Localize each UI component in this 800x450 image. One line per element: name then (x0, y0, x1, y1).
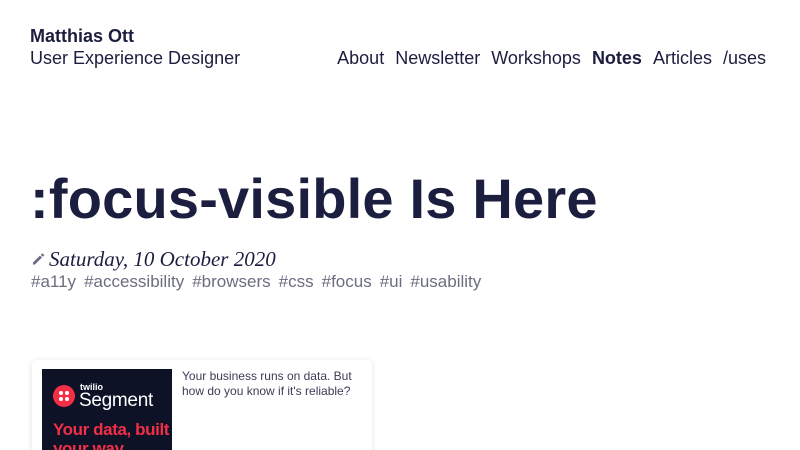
nav-item-workshops[interactable]: Workshops (491, 47, 581, 69)
tag-accessibility[interactable]: #accessibility (84, 272, 184, 292)
post-title: :focus-visible Is Here (30, 167, 598, 230)
site-name: Matthias Ott (30, 26, 135, 46)
nav-item-notes[interactable]: Notes (592, 47, 642, 69)
ad-text[interactable]: Your business runs on data. But how do y… (182, 369, 360, 399)
tag-focus[interactable]: #focus (322, 272, 372, 292)
site-header: Matthias Ott User Experience Designer Ab… (30, 26, 770, 70)
ad-brand: Segment (79, 390, 153, 411)
twilio-logo-icon (53, 385, 75, 407)
nav-item-articles[interactable]: Articles (653, 47, 712, 69)
tag-list: #a11y #accessibility #browsers #css #foc… (31, 272, 481, 292)
tag-browsers[interactable]: #browsers (192, 272, 270, 292)
site-brand-link[interactable]: Matthias Ott User Experience Designer (30, 26, 240, 70)
nav-item-about[interactable]: About (337, 47, 384, 69)
tag-css[interactable]: #css (279, 272, 314, 292)
tag-a11y[interactable]: #a11y (31, 272, 76, 292)
main-nav: About Newsletter Workshops Notes Article… (337, 47, 766, 69)
ad-card: twilio Segment Your data, built your way… (32, 360, 372, 450)
post-date-row: Saturday, 10 October 2020 (31, 246, 481, 272)
post-meta: Saturday, 10 October 2020 #a11y #accessi… (31, 246, 481, 292)
nav-item-newsletter[interactable]: Newsletter (395, 47, 480, 69)
tag-ui[interactable]: #ui (380, 272, 403, 292)
nav-item-uses[interactable]: /uses (723, 47, 766, 69)
pencil-icon (33, 253, 45, 265)
ad-headline: Your data, built your way (53, 420, 170, 450)
post-date: Saturday, 10 October 2020 (49, 247, 276, 271)
ad-image-link[interactable]: twilio Segment Your data, built your way (42, 369, 172, 450)
site-role: User Experience Designer (30, 48, 241, 68)
tag-usability[interactable]: #usability (410, 272, 481, 292)
